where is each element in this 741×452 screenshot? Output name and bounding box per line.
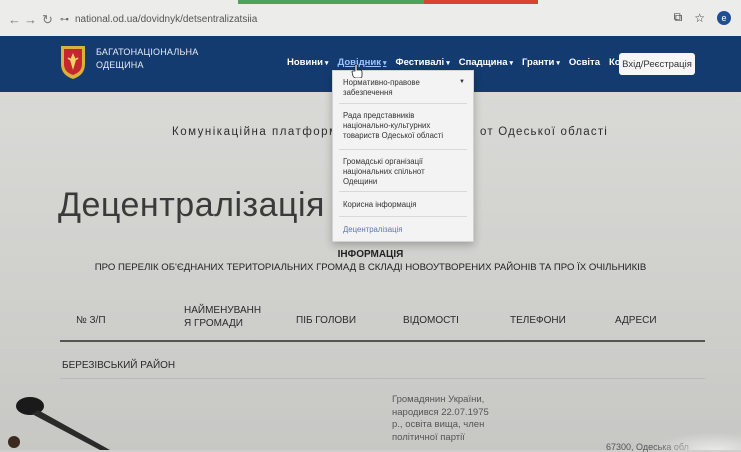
- microphone-icon: [8, 397, 110, 450]
- menu-divider: [339, 103, 467, 104]
- login-register-button[interactable]: Вхід/Реєстрація: [619, 53, 695, 75]
- tab-strip-highlight: [238, 0, 538, 4]
- url-text: national.od.ua/dovidnyk/detsentralizatsi…: [75, 13, 258, 25]
- region-row-label: БЕРЕЗІВСЬКИЙ РАЙОН: [62, 360, 176, 371]
- nav-item-news[interactable]: Новини ▾: [287, 57, 328, 68]
- main-navigation: Новини ▾ Довідник ▾ Фестивалі ▾ Спадщина ▾ Г…: [287, 57, 661, 68]
- brand-line1: БАГАТОНАЦІОНАЛЬНА: [96, 47, 199, 57]
- menu-divider: [339, 191, 467, 192]
- nav-item-grants[interactable]: Гранти ▾: [522, 57, 560, 68]
- reload-icon[interactable]: ↻: [42, 12, 53, 28]
- directory-dropdown-menu: ▼ Нормативно-правове забезпечення Рада п…: [332, 70, 474, 242]
- platform-subtitle-left: Комунікаційна платформ: [172, 126, 339, 138]
- chevron-down-icon: ▼: [459, 79, 465, 85]
- column-header-addresses: АДРЕСИ: [615, 315, 657, 326]
- site-brand[interactable]: БАГАТОНАЦІОНАЛЬНА ОДЕЩИНА: [96, 46, 198, 72]
- menu-divider: [339, 216, 467, 217]
- column-header-number: № З/П: [76, 315, 106, 326]
- menu-item-public-organizations[interactable]: Громадські організації національних спіл…: [343, 157, 439, 187]
- coat-of-arms-logo[interactable]: [58, 44, 88, 80]
- column-header-head-name: ПІБ ГОЛОВИ: [296, 315, 357, 326]
- site-info-icon[interactable]: ⊶: [60, 14, 69, 25]
- brand-line2: ОДЕЩИНА: [96, 60, 144, 70]
- nav-item-festivals[interactable]: Фестивалі ▾: [395, 57, 449, 68]
- page-title: Децентралізація: [58, 186, 325, 224]
- forward-arrow-icon[interactable]: →: [24, 12, 37, 27]
- foreground-blur: [651, 432, 741, 450]
- platform-subtitle-right: от Одеської області: [480, 126, 609, 138]
- table-cell-info: Громадянин України, народився 22.07.1975…: [392, 394, 489, 443]
- profile-avatar[interactable]: e: [717, 10, 731, 25]
- column-header-community: НАЙМЕНУВАНН Я ГРОМАДИ: [184, 305, 262, 329]
- menu-divider: [339, 149, 467, 150]
- row-divider: [60, 378, 705, 379]
- chevron-down-icon: ▾: [382, 60, 387, 67]
- column-header-phones: ТЕЛЕФОНИ: [510, 315, 566, 326]
- nav-item-heritage[interactable]: Спадщина ▾: [459, 57, 513, 68]
- chevron-down-icon: ▾: [509, 60, 514, 67]
- chevron-down-icon: ▾: [324, 60, 329, 67]
- hand-cursor-icon: [351, 64, 363, 78]
- info-subtitle: ПРО ПЕРЕЛІК ОБ'ЄДНАНИХ ТЕРИТОРІАЛЬНИХ ГР…: [94, 262, 647, 273]
- column-header-info: ВІДОМОСТІ: [403, 315, 459, 326]
- translate-icon[interactable]: ⧉: [674, 10, 683, 25]
- table-header: № З/П НАЙМЕНУВАНН Я ГРОМАДИ ПІБ ГОЛОВИ В…: [60, 300, 705, 342]
- nav-item-education[interactable]: Освіта: [569, 57, 600, 68]
- menu-item-useful-info[interactable]: Корисна інформація: [343, 200, 465, 210]
- address-bar[interactable]: ⊶ national.od.ua/dovidnyk/detsentralizat…: [60, 10, 660, 28]
- back-arrow-icon[interactable]: ←: [8, 12, 21, 27]
- menu-item-council[interactable]: Рада представників національно-культурни…: [343, 111, 455, 141]
- chevron-down-icon: ▾: [556, 60, 560, 67]
- bookmark-star-icon[interactable]: ☆: [694, 11, 705, 25]
- info-title: ІНФОРМАЦІЯ: [337, 249, 404, 260]
- browser-toolbar: ← → ↻ ⊶ national.od.ua/dovidnyk/detsentr…: [0, 0, 741, 37]
- menu-item-decentralization[interactable]: Децентралізація: [343, 225, 465, 235]
- menu-item-legal-framework[interactable]: Нормативно-правове забезпечення: [343, 78, 443, 98]
- chevron-down-icon: ▾: [446, 60, 450, 67]
